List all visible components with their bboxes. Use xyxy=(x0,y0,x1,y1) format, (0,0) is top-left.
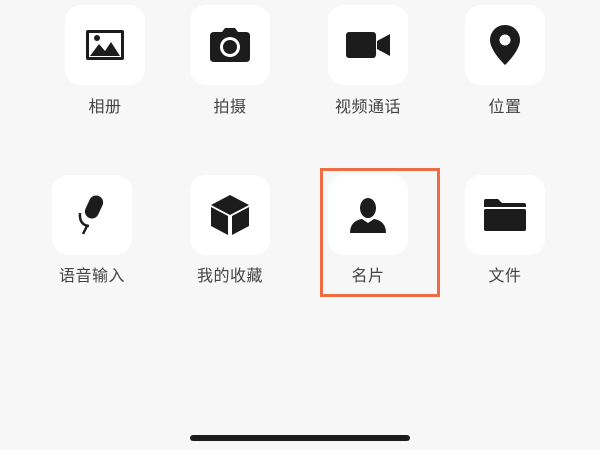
chat-attachment-panel: 相册 拍摄 视频通话 位置 语音输入 我的收藏 名片 文件 xyxy=(0,0,600,450)
contact-card-tile[interactable] xyxy=(328,175,408,255)
album-tile[interactable] xyxy=(65,5,145,85)
file-tile[interactable] xyxy=(465,175,545,255)
home-indicator[interactable] xyxy=(190,435,410,441)
camera-icon xyxy=(210,28,250,62)
location-label: 位置 xyxy=(488,97,522,116)
shoot-label: 拍摄 xyxy=(213,97,247,116)
contact-card-person-icon xyxy=(350,198,386,233)
photo-album-icon xyxy=(86,30,124,60)
voice-input-tile[interactable] xyxy=(52,175,132,255)
location-pin-icon xyxy=(490,25,520,65)
favorites-tile[interactable] xyxy=(190,175,270,255)
folder-icon xyxy=(484,199,526,231)
video-call-tile[interactable] xyxy=(328,5,408,85)
contact-card-label: 名片 xyxy=(351,266,385,285)
location-tile[interactable] xyxy=(465,5,545,85)
file-label: 文件 xyxy=(488,266,522,285)
voice-input-label: 语音输入 xyxy=(58,266,125,285)
favorites-cube-icon xyxy=(211,195,249,235)
video-call-label: 视频通话 xyxy=(334,97,401,116)
favorites-label: 我的收藏 xyxy=(196,266,263,285)
microphone-icon xyxy=(78,195,104,235)
shoot-tile[interactable] xyxy=(190,5,270,85)
video-call-icon xyxy=(346,32,390,58)
album-label: 相册 xyxy=(88,97,122,116)
